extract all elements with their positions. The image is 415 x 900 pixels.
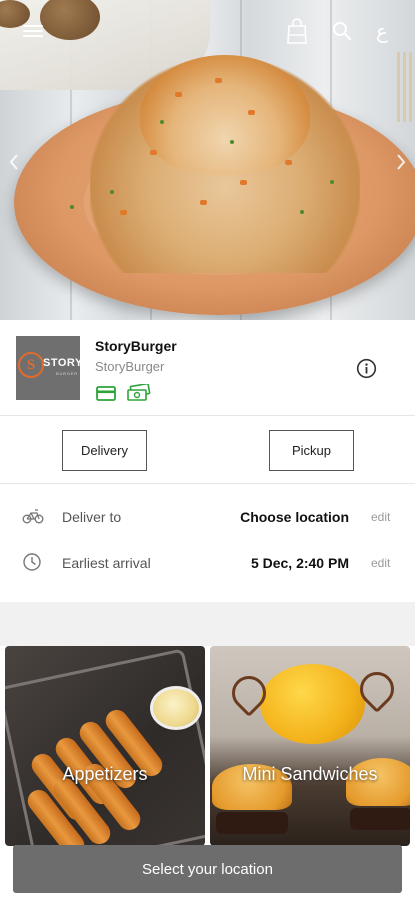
herb [330,180,334,184]
deliver-to-row[interactable]: Deliver to Choose location edit [0,494,415,540]
deliver-to-label: Deliver to [62,509,122,525]
herb [160,120,164,124]
logo-text: STORY [43,357,80,369]
info-icon[interactable] [356,358,377,384]
search-icon[interactable] [329,16,355,46]
logo-subtext: BURGER [56,371,78,376]
order-type-selector: Delivery Pickup [0,417,415,484]
herb [110,190,114,194]
deliver-to-value[interactable]: Choose location [240,509,349,525]
crumb [200,200,207,205]
language-toggle[interactable]: ع [369,16,395,46]
hero-banner: ع [0,0,415,320]
category-card-mini-sandwiches[interactable]: Mini Sandwiches [210,646,410,846]
section-divider [0,602,415,646]
clock-icon [22,552,42,577]
crumb [248,110,255,115]
earliest-arrival-value[interactable]: 5 Dec, 2:40 PM [251,555,349,571]
earliest-arrival-label: Earliest arrival [62,555,151,571]
chevron-right-icon[interactable] [393,150,409,174]
herb [300,210,304,214]
category-label: Appetizers [62,764,148,784]
deliver-to-edit-link[interactable]: edit [371,510,390,524]
crumb [240,180,247,185]
delivery-details: Deliver to Choose location edit Earliest… [0,485,415,601]
delivery-button[interactable]: Delivery [62,430,147,471]
mini-bun-bottom [350,808,410,830]
select-location-button[interactable]: Select your location [13,845,402,893]
crumb [120,210,127,215]
crumb [215,78,222,83]
restaurant-subtitle: StoryBurger [95,359,165,374]
restaurant-info: S STORY BURGER StoryBurger StoryBurger [0,320,415,416]
hamburger-menu-icon[interactable] [20,16,46,46]
dip-bowl [150,686,202,730]
chevron-left-icon[interactable] [6,150,22,174]
restaurant-logo: S STORY BURGER [16,336,80,400]
bicycle-icon [22,506,44,531]
pepper [260,664,365,744]
logo-monogram: S [18,352,44,378]
earliest-arrival-row[interactable]: Earliest arrival 5 Dec, 2:40 PM edit [0,540,415,586]
category-label: Mini Sandwiches [242,764,378,784]
category-card-appetizers[interactable]: Appetizers [5,646,205,846]
crumb [150,150,157,155]
herb [70,205,74,209]
mini-bun-bottom [216,812,288,834]
pickup-button[interactable]: Pickup [269,430,354,471]
earliest-arrival-edit-link[interactable]: edit [371,556,390,570]
credit-card-icon [96,386,116,406]
shopping-bag-icon[interactable] [284,16,310,46]
crumb [285,160,292,165]
herb [230,140,234,144]
pasta-top [140,55,310,175]
crumb [175,92,182,97]
category-grid: Appetizers Mini Sandwiches [0,646,415,846]
cash-icon [127,382,151,407]
fork-decoration [397,52,415,122]
restaurant-name: StoryBurger [95,338,177,354]
